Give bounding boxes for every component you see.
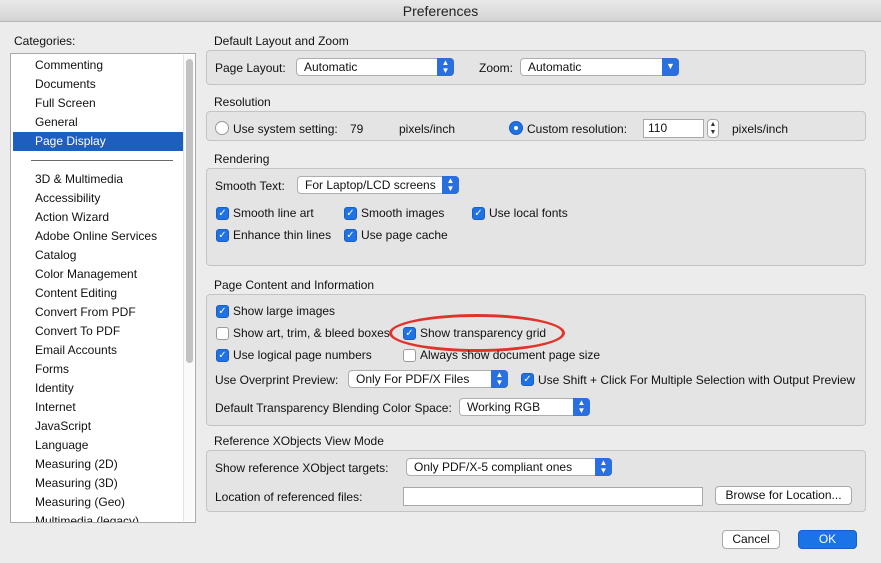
use-logical-page-numbers-label: Use logical page numbers <box>233 348 372 362</box>
always-show-page-size-checkbox[interactable] <box>403 349 416 362</box>
smooth-line-art-checkbox[interactable]: ✓ <box>216 207 229 220</box>
show-large-images-label: Show large images <box>233 304 336 318</box>
category-3d-multimedia[interactable]: 3D & Multimedia <box>13 170 183 189</box>
page-layout-label: Page Layout: <box>215 61 286 75</box>
use-logical-page-numbers-checkbox[interactable]: ✓ <box>216 349 229 362</box>
categories-scrollbar[interactable] <box>183 55 194 521</box>
categories-label: Categories: <box>14 34 76 48</box>
category-catalog[interactable]: Catalog <box>13 246 183 265</box>
xobject-targets-select[interactable]: Only PDF/X-5 compliant ones ▲ ▼ <box>406 458 612 476</box>
categories-scroll-thumb[interactable] <box>186 59 193 363</box>
smooth-images-label: Smooth images <box>361 206 445 220</box>
overprint-preview-value: Only For PDF/X Files <box>356 372 470 386</box>
page-layout-value: Automatic <box>304 60 358 74</box>
category-content-editing[interactable]: Content Editing <box>13 284 183 303</box>
smooth-text-select[interactable]: For Laptop/LCD screens ▲ ▼ <box>297 176 459 194</box>
page-content-title: Page Content and Information <box>214 278 375 292</box>
smooth-line-art-label: Smooth line art <box>233 206 314 220</box>
category-documents[interactable]: Documents <box>13 75 183 94</box>
use-local-fonts-checkbox[interactable]: ✓ <box>472 207 485 220</box>
enhance-thin-lines-checkbox[interactable]: ✓ <box>216 229 229 242</box>
use-page-cache-checkbox[interactable]: ✓ <box>344 229 357 242</box>
resolution-title: Resolution <box>214 95 271 109</box>
category-color-management[interactable]: Color Management <box>13 265 183 284</box>
blending-color-space-select[interactable]: Working RGB ▲ ▼ <box>459 398 590 416</box>
ok-button[interactable]: OK <box>798 530 857 549</box>
referenced-files-location-label: Location of referenced files: <box>215 490 363 504</box>
category-measuring-2d[interactable]: Measuring (2D) <box>13 455 183 474</box>
window-title: Preferences <box>0 0 881 22</box>
always-show-page-size-label: Always show document page size <box>420 348 601 362</box>
category-measuring-geo[interactable]: Measuring (Geo) <box>13 493 183 512</box>
show-art-trim-bleed-label: Show art, trim, & bleed boxes <box>233 326 390 340</box>
use-system-setting-label: Use system setting: <box>233 122 338 136</box>
browse-for-location-button[interactable]: Browse for Location... <box>715 486 852 505</box>
category-accessibility[interactable]: Accessibility <box>13 189 183 208</box>
smooth-text-value: For Laptop/LCD screens <box>305 178 436 192</box>
category-convert-from-pdf[interactable]: Convert From PDF <box>13 303 183 322</box>
use-system-setting-radio[interactable] <box>215 121 229 135</box>
category-identity[interactable]: Identity <box>13 379 183 398</box>
overprint-preview-select[interactable]: Only For PDF/X Files ▲ ▼ <box>348 370 508 388</box>
categories-list[interactable]: Commenting Documents Full Screen General… <box>10 53 196 523</box>
custom-resolution-stepper[interactable]: ▲ ▼ <box>707 119 719 138</box>
page-layout-select[interactable]: Automatic ▲ ▼ <box>296 58 454 76</box>
category-full-screen[interactable]: Full Screen <box>13 94 183 113</box>
xobjects-title: Reference XObjects View Mode <box>214 434 384 448</box>
annotation-highlight-ring <box>389 314 565 352</box>
category-convert-to-pdf[interactable]: Convert To PDF <box>13 322 183 341</box>
shift-click-selection-checkbox[interactable]: ✓ <box>521 373 534 386</box>
system-resolution-unit: pixels/inch <box>399 122 456 136</box>
updown-chevron-icon: ▲ ▼ <box>442 176 459 194</box>
smooth-text-label: Smooth Text: <box>215 179 285 193</box>
category-multimedia-legacy[interactable]: Multimedia (legacy) <box>13 512 183 522</box>
category-general[interactable]: General <box>13 113 183 132</box>
shift-click-selection-label: Use Shift + Click For Multiple Selection… <box>538 373 856 387</box>
updown-chevron-icon: ▲ ▼ <box>595 458 612 476</box>
category-separator <box>31 160 173 161</box>
smooth-images-checkbox[interactable]: ✓ <box>344 207 357 220</box>
category-internet[interactable]: Internet <box>13 398 183 417</box>
updown-chevron-icon: ▲ ▼ <box>491 370 508 388</box>
zoom-select[interactable]: Automatic ▼ <box>520 58 679 76</box>
enhance-thin-lines-label: Enhance thin lines <box>233 228 332 242</box>
category-adobe-online-services[interactable]: Adobe Online Services <box>13 227 183 246</box>
show-large-images-checkbox[interactable]: ✓ <box>216 305 229 318</box>
custom-resolution-input[interactable]: 110 <box>643 119 704 138</box>
referenced-files-location-input[interactable] <box>403 487 703 506</box>
category-email-accounts[interactable]: Email Accounts <box>13 341 183 360</box>
updown-chevron-icon: ▲ ▼ <box>437 58 454 76</box>
xobject-targets-value: Only PDF/X-5 compliant ones <box>414 460 573 474</box>
zoom-value: Automatic <box>528 60 582 74</box>
custom-resolution-unit: pixels/inch <box>732 122 789 136</box>
category-action-wizard[interactable]: Action Wizard <box>13 208 183 227</box>
use-local-fonts-label: Use local fonts <box>489 206 568 220</box>
custom-resolution-radio[interactable] <box>509 121 523 135</box>
updown-chevron-icon: ▲ ▼ <box>573 398 590 416</box>
category-javascript[interactable]: JavaScript <box>13 417 183 436</box>
system-resolution-value: 79 <box>350 122 364 136</box>
category-forms[interactable]: Forms <box>13 360 183 379</box>
show-art-trim-bleed-checkbox[interactable] <box>216 327 229 340</box>
blending-color-space-label: Default Transparency Blending Color Spac… <box>215 401 452 415</box>
layout-zoom-title: Default Layout and Zoom <box>214 34 349 48</box>
cancel-button[interactable]: Cancel <box>722 530 780 549</box>
use-page-cache-label: Use page cache <box>361 228 448 242</box>
custom-resolution-label: Custom resolution: <box>527 122 628 136</box>
chevron-down-icon: ▼ <box>662 58 679 76</box>
category-language[interactable]: Language <box>13 436 183 455</box>
overprint-preview-label: Use Overprint Preview: <box>215 373 339 387</box>
xobject-targets-label: Show reference XObject targets: <box>215 461 389 475</box>
blending-color-space-value: Working RGB <box>467 400 541 414</box>
category-commenting[interactable]: Commenting <box>13 56 183 75</box>
zoom-label: Zoom: <box>479 61 514 75</box>
category-page-display[interactable]: Page Display <box>13 132 183 151</box>
category-measuring-3d[interactable]: Measuring (3D) <box>13 474 183 493</box>
rendering-title: Rendering <box>214 152 270 166</box>
